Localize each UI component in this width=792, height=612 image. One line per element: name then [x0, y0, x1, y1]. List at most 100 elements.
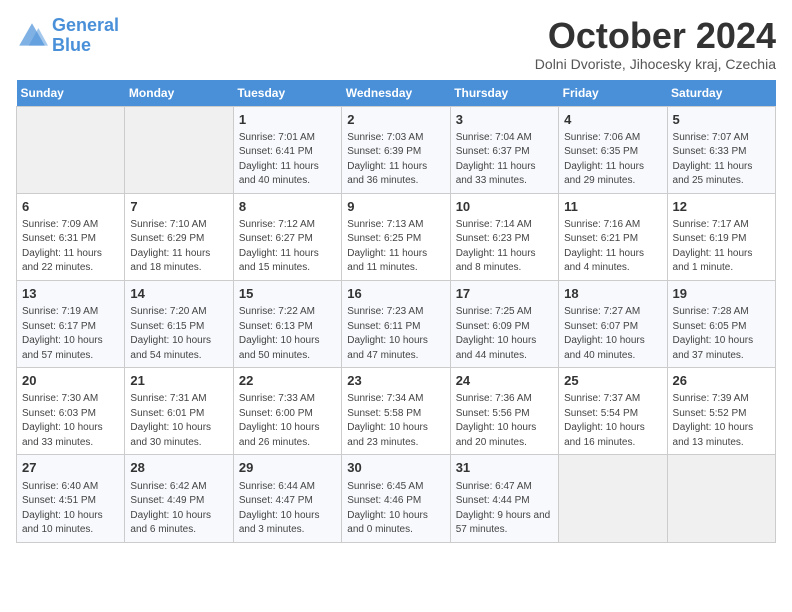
day-number: 3 [456, 111, 553, 129]
day-number: 21 [130, 372, 227, 390]
day-number: 22 [239, 372, 336, 390]
day-info: Sunrise: 7:33 AM Sunset: 6:00 PM Dayligh… [239, 392, 336, 450]
calendar-cell: 12Sunrise: 7:17 AM Sunset: 6:19 PM Dayli… [667, 193, 775, 280]
calendar-cell [559, 455, 667, 542]
calendar-cell: 28Sunrise: 6:42 AM Sunset: 4:49 PM Dayli… [125, 455, 233, 542]
day-number: 9 [347, 198, 444, 216]
calendar-cell: 24Sunrise: 7:36 AM Sunset: 5:56 PM Dayli… [450, 368, 558, 455]
day-number: 7 [130, 198, 227, 216]
calendar-cell: 22 Sunrise: 7:33 AM Sunset: 6:00 PM Dayli… [233, 368, 341, 455]
calendar-week-row: 20Sunrise: 7:30 AM Sunset: 6:03 PM Dayli… [17, 368, 776, 455]
location-subtitle: Dolni Dvoriste, Jihocesky kraj, Czechia [535, 56, 776, 72]
day-number: 16 [347, 285, 444, 303]
day-info: Sunrise: 7:03 AM Sunset: 6:39 PM Dayligh… [347, 131, 444, 189]
day-number: 12 [673, 198, 770, 216]
calendar-week-row: 27 Sunrise: 6:40 AM Sunset: 4:51 PM Dayli… [17, 455, 776, 542]
day-number: 15 [239, 285, 336, 303]
day-info: Sunrise: 7:01 AM Sunset: 6:41 PM Dayligh… [239, 131, 336, 189]
day-info: Sunrise: 6:40 AM Sunset: 4:51 PM Dayligh… [22, 480, 119, 538]
day-number: 18 [564, 285, 661, 303]
calendar-cell: 3 Sunrise: 7:04 AM Sunset: 6:37 PM Daylig… [450, 106, 558, 193]
calendar-cell: 18 Sunrise: 7:27 AM Sunset: 6:07 PM Dayli… [559, 280, 667, 367]
weekday-header-cell: Monday [125, 80, 233, 107]
calendar-cell: 11 Sunrise: 7:16 AM Sunset: 6:21 PM Dayli… [559, 193, 667, 280]
calendar-cell: 25 Sunrise: 7:37 AM Sunset: 5:54 PM Dayli… [559, 368, 667, 455]
day-number: 17 [456, 285, 553, 303]
day-number: 29 [239, 459, 336, 477]
day-number: 10 [456, 198, 553, 216]
weekday-header-cell: Saturday [667, 80, 775, 107]
calendar-cell: 29Sunrise: 6:44 AM Sunset: 4:47 PM Dayli… [233, 455, 341, 542]
day-info: Sunrise: 7:22 AM Sunset: 6:13 PM Dayligh… [239, 305, 336, 363]
weekday-header-cell: Sunday [17, 80, 125, 107]
calendar-cell: 13 Sunrise: 7:19 AM Sunset: 6:17 PM Dayli… [17, 280, 125, 367]
day-info: Sunrise: 7:34 AM Sunset: 5:58 PM Dayligh… [347, 392, 444, 450]
calendar-cell: 10 Sunrise: 7:14 AM Sunset: 6:23 PM Dayli… [450, 193, 558, 280]
calendar-cell: 30 Sunrise: 6:45 AM Sunset: 4:46 PM Dayli… [342, 455, 450, 542]
calendar-table: SundayMondayTuesdayWednesdayThursdayFrid… [16, 80, 776, 543]
day-info: Sunrise: 7:19 AM Sunset: 6:17 PM Dayligh… [22, 305, 119, 363]
day-number: 13 [22, 285, 119, 303]
day-info: Sunrise: 7:14 AM Sunset: 6:23 PM Dayligh… [456, 218, 553, 276]
calendar-cell: 14 Sunrise: 7:20 AM Sunset: 6:15 PM Dayli… [125, 280, 233, 367]
day-number: 8 [239, 198, 336, 216]
calendar-cell: 31Sunrise: 6:47 AM Sunset: 4:44 PM Dayli… [450, 455, 558, 542]
calendar-cell: 16Sunrise: 7:23 AM Sunset: 6:11 PM Dayli… [342, 280, 450, 367]
page-header: General Blue October 2024 Dolni Dvoriste… [16, 16, 776, 72]
title-block: October 2024 Dolni Dvoriste, Jihocesky k… [535, 16, 776, 72]
calendar-cell: 26 Sunrise: 7:39 AM Sunset: 5:52 PM Dayli… [667, 368, 775, 455]
logo-text: General Blue [52, 16, 119, 56]
day-info: Sunrise: 7:27 AM Sunset: 6:07 PM Dayligh… [564, 305, 661, 363]
day-number: 1 [239, 111, 336, 129]
day-info: Sunrise: 7:04 AM Sunset: 6:37 PM Dayligh… [456, 131, 553, 189]
day-info: Sunrise: 6:45 AM Sunset: 4:46 PM Dayligh… [347, 480, 444, 538]
day-number: 6 [22, 198, 119, 216]
day-info: Sunrise: 7:10 AM Sunset: 6:29 PM Dayligh… [130, 218, 227, 276]
day-number: 19 [673, 285, 770, 303]
calendar-cell: 2Sunrise: 7:03 AM Sunset: 6:39 PM Daylig… [342, 106, 450, 193]
calendar-week-row: 6 Sunrise: 7:09 AM Sunset: 6:31 PM Daylig… [17, 193, 776, 280]
day-number: 23 [347, 372, 444, 390]
day-info: Sunrise: 7:37 AM Sunset: 5:54 PM Dayligh… [564, 392, 661, 450]
day-info: Sunrise: 7:39 AM Sunset: 5:52 PM Dayligh… [673, 392, 770, 450]
day-info: Sunrise: 7:36 AM Sunset: 5:56 PM Dayligh… [456, 392, 553, 450]
day-info: Sunrise: 7:16 AM Sunset: 6:21 PM Dayligh… [564, 218, 661, 276]
logo-icon [16, 20, 48, 52]
day-number: 30 [347, 459, 444, 477]
day-number: 11 [564, 198, 661, 216]
calendar-cell [125, 106, 233, 193]
weekday-header-cell: Tuesday [233, 80, 341, 107]
month-title: October 2024 [535, 16, 776, 56]
day-number: 27 [22, 459, 119, 477]
calendar-cell: 19 Sunrise: 7:28 AM Sunset: 6:05 PM Dayli… [667, 280, 775, 367]
calendar-week-row: 13 Sunrise: 7:19 AM Sunset: 6:17 PM Dayli… [17, 280, 776, 367]
day-number: 14 [130, 285, 227, 303]
day-number: 25 [564, 372, 661, 390]
calendar-cell: 20Sunrise: 7:30 AM Sunset: 6:03 PM Dayli… [17, 368, 125, 455]
day-info: Sunrise: 7:25 AM Sunset: 6:09 PM Dayligh… [456, 305, 553, 363]
calendar-cell: 6 Sunrise: 7:09 AM Sunset: 6:31 PM Daylig… [17, 193, 125, 280]
calendar-cell: 8 Sunrise: 7:12 AM Sunset: 6:27 PM Daylig… [233, 193, 341, 280]
calendar-week-row: 1 Sunrise: 7:01 AM Sunset: 6:41 PM Daylig… [17, 106, 776, 193]
logo: General Blue [16, 16, 119, 56]
weekday-header-cell: Thursday [450, 80, 558, 107]
calendar-cell [667, 455, 775, 542]
day-info: Sunrise: 7:12 AM Sunset: 6:27 PM Dayligh… [239, 218, 336, 276]
day-info: Sunrise: 6:42 AM Sunset: 4:49 PM Dayligh… [130, 480, 227, 538]
calendar-cell: 9Sunrise: 7:13 AM Sunset: 6:25 PM Daylig… [342, 193, 450, 280]
day-number: 5 [673, 111, 770, 129]
calendar-cell: 1 Sunrise: 7:01 AM Sunset: 6:41 PM Daylig… [233, 106, 341, 193]
day-number: 26 [673, 372, 770, 390]
calendar-body: 1 Sunrise: 7:01 AM Sunset: 6:41 PM Daylig… [17, 106, 776, 542]
day-info: Sunrise: 7:28 AM Sunset: 6:05 PM Dayligh… [673, 305, 770, 363]
calendar-cell: 17 Sunrise: 7:25 AM Sunset: 6:09 PM Dayli… [450, 280, 558, 367]
day-info: Sunrise: 7:07 AM Sunset: 6:33 PM Dayligh… [673, 131, 770, 189]
day-info: Sunrise: 7:20 AM Sunset: 6:15 PM Dayligh… [130, 305, 227, 363]
day-info: Sunrise: 7:06 AM Sunset: 6:35 PM Dayligh… [564, 131, 661, 189]
calendar-cell: 15 Sunrise: 7:22 AM Sunset: 6:13 PM Dayli… [233, 280, 341, 367]
calendar-cell: 7 Sunrise: 7:10 AM Sunset: 6:29 PM Daylig… [125, 193, 233, 280]
day-number: 31 [456, 459, 553, 477]
calendar-cell: 23 Sunrise: 7:34 AM Sunset: 5:58 PM Dayli… [342, 368, 450, 455]
day-info: Sunrise: 7:09 AM Sunset: 6:31 PM Dayligh… [22, 218, 119, 276]
day-info: Sunrise: 7:30 AM Sunset: 6:03 PM Dayligh… [22, 392, 119, 450]
